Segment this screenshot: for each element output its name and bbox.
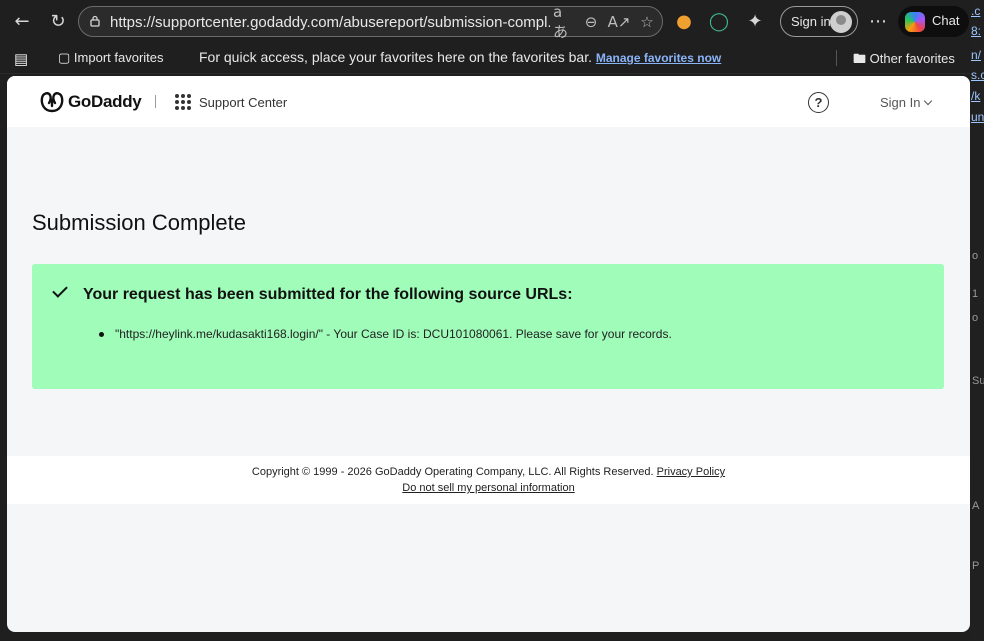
read-aloud-icon[interactable]: A↗	[608, 12, 631, 32]
copyright-text: Copyright © 1999 - 2026 GoDaddy Operatin…	[251, 466, 654, 478]
favorite-star-icon[interactable]: ☆	[637, 12, 657, 32]
chat-label: Chat	[932, 13, 960, 28]
submitted-url-list: "https://heylink.me/kudasakti168.login/"…	[99, 327, 672, 341]
url-text[interactable]: https://supportcenter.godaddy.com/abuser…	[110, 14, 550, 31]
header-divider	[155, 95, 156, 108]
checkmark-icon	[52, 282, 68, 298]
copilot-logo-icon	[905, 12, 925, 32]
manage-favorites-link[interactable]: Manage favorites now	[596, 51, 721, 65]
chevron-down-icon	[924, 96, 933, 105]
bg-fragment: o	[972, 312, 979, 324]
site-signin-button[interactable]: Sign In	[880, 95, 933, 110]
bg-fragment: Su	[972, 375, 984, 387]
lock-icon	[90, 15, 100, 27]
bg-fragment: 1	[972, 288, 979, 300]
other-favorites-label: Other favorites	[869, 51, 955, 66]
site-header: GoDaddy Support Center ? Sign In	[7, 76, 970, 127]
help-icon[interactable]: ?	[808, 92, 829, 113]
success-alert: Your request has been submitted for the …	[32, 264, 944, 389]
shield-extension-icon[interactable]: ◯	[705, 7, 733, 35]
bg-fragment: o	[972, 250, 979, 262]
folder-icon: 🖿	[853, 51, 867, 66]
list-item: "https://heylink.me/kudasakti168.login/"…	[99, 327, 672, 341]
site-signin-label: Sign In	[880, 95, 921, 110]
address-bar[interactable]: https://supportcenter.godaddy.com/abuser…	[78, 3, 663, 41]
import-favorites-button[interactable]: ▢ Import favorites	[58, 50, 164, 66]
support-center-link[interactable]: Support Center	[199, 95, 287, 110]
favorites-bar: ▤ ▢ Import favorites For quick access, p…	[0, 42, 984, 74]
footer-copyright-line: Copyright © 1999 - 2026 GoDaddy Operatin…	[7, 466, 970, 478]
favorites-hint: For quick access, place your favorites h…	[199, 49, 721, 65]
browser-toolbar: ← ↻ https://supportcenter.godaddy.com/ab…	[0, 0, 984, 42]
bg-fragment: A	[972, 500, 980, 512]
zoom-out-icon[interactable]: ⊖	[581, 12, 601, 32]
bg-fragment: un	[971, 110, 984, 124]
page-viewport: GoDaddy Support Center ? Sign In Submiss…	[7, 76, 970, 632]
favorites-hint-text: For quick access, place your favorites h…	[199, 49, 592, 65]
extensions-puzzle-icon[interactable]: ✦	[741, 7, 769, 35]
other-favorites-button[interactable]: 🖿 Other favorites	[853, 50, 955, 72]
bg-fragment: /k	[971, 89, 981, 103]
browser-signin-label: Sign in	[791, 14, 831, 29]
background-window: .c 8: n/ s.c /k un o 1 o Su A P	[970, 0, 984, 641]
translate-icon[interactable]: aあ	[553, 3, 573, 41]
bg-fragment: P	[972, 560, 980, 572]
back-icon[interactable]: ←	[8, 7, 36, 35]
site-footer: Copyright © 1999 - 2026 GoDaddy Operatin…	[7, 456, 970, 504]
do-not-sell-link[interactable]: Do not sell my personal information	[402, 482, 574, 494]
privacy-policy-link[interactable]: Privacy Policy	[657, 466, 725, 478]
extension-person-icon[interactable]: ●	[670, 7, 698, 35]
page-title: Submission Complete	[32, 210, 246, 235]
bg-fragment: .c	[971, 4, 981, 18]
bg-fragment: n/	[971, 48, 982, 62]
reading-list-icon[interactable]: ▤	[14, 50, 28, 68]
copilot-chat-button[interactable]: Chat	[898, 6, 969, 37]
alert-heading: Your request has been submitted for the …	[83, 286, 573, 303]
browser-signin-button[interactable]: Sign in	[780, 6, 858, 37]
apps-grid-icon[interactable]	[175, 94, 191, 110]
brand-wordmark: GoDaddy	[68, 92, 142, 111]
import-favorites-icon: ▢	[58, 50, 71, 65]
avatar-icon	[830, 11, 852, 33]
favorites-divider	[836, 50, 837, 66]
import-favorites-label: Import favorites	[73, 50, 164, 65]
more-menu-icon[interactable]: ⋯	[864, 7, 892, 35]
footer-do-not-sell-line: Do not sell my personal information	[7, 482, 970, 494]
bg-fragment: s.c	[971, 68, 984, 82]
bg-fragment: 8:	[971, 24, 982, 38]
refresh-icon[interactable]: ↻	[44, 7, 72, 35]
godaddy-logo-icon	[40, 92, 64, 113]
godaddy-logo[interactable]: GoDaddy	[39, 90, 142, 114]
